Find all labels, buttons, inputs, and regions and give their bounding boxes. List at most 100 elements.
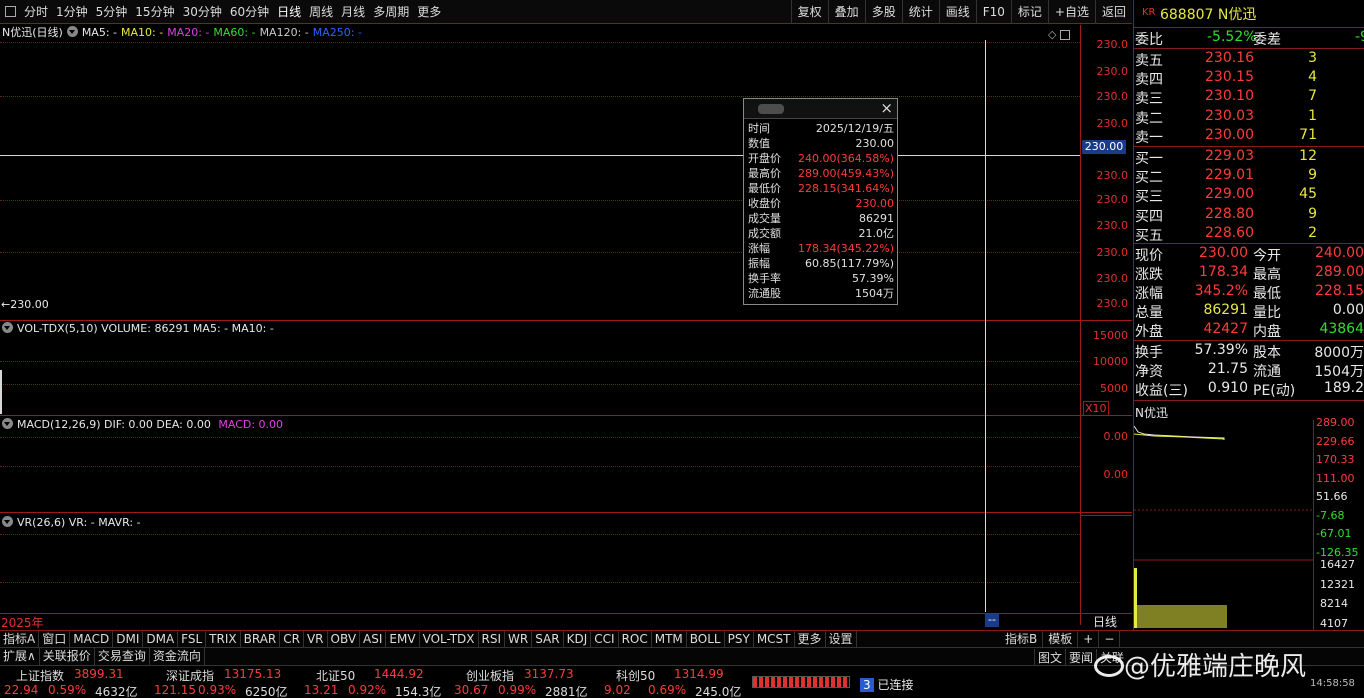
- index-name-0[interactable]: 上证指数: [16, 667, 64, 684]
- sells-row-2: 卖三 230.10 7: [1135, 88, 1317, 108]
- signal-indicator: [752, 676, 850, 688]
- period-tab-0[interactable]: 分时: [20, 0, 52, 24]
- mini-vol-bars: [1134, 568, 1137, 628]
- indicator-tab-3[interactable]: DMI: [113, 631, 144, 647]
- indicator-tab-1[interactable]: 窗口: [39, 631, 71, 647]
- indicator-menu-icon[interactable]: [66, 26, 78, 37]
- index-name-1[interactable]: 深证成指: [166, 667, 214, 684]
- vol-menu-icon[interactable]: [2, 322, 13, 333]
- period-tab-4[interactable]: 30分钟: [179, 0, 226, 24]
- period-tab-3[interactable]: 15分钟: [131, 0, 178, 24]
- indicator-tab-5[interactable]: FSL: [178, 631, 207, 647]
- price-marker: ←230.00: [1, 298, 49, 311]
- period-tab-10[interactable]: 更多: [413, 0, 445, 24]
- stat-row-0: 现价 230.00 今开 240.00: [1135, 245, 1364, 264]
- toolbar-button-2[interactable]: 多股: [864, 0, 902, 24]
- close-icon[interactable]: ×: [880, 99, 893, 117]
- connection-status[interactable]: 3 已连接: [860, 676, 913, 693]
- toolbar-button-6[interactable]: 标记: [1010, 0, 1048, 24]
- macd-menu-icon[interactable]: [2, 418, 13, 429]
- macd-chart-title: MACD(12,26,9) DIF: 0.00 DEA: 0.00 MACD: …: [2, 418, 287, 432]
- popup-header[interactable]: ×: [744, 99, 897, 119]
- indicator-tab-22[interactable]: PSY: [725, 631, 754, 647]
- macd-y-tick: 0.00: [1103, 468, 1129, 481]
- popup-row: 时间 2025/12/19/五: [748, 122, 894, 135]
- indicator-tab-2[interactable]: MACD: [70, 631, 114, 647]
- ma-label-2: MA20: -: [167, 26, 210, 39]
- indicator-tab-19[interactable]: ROC: [619, 631, 652, 647]
- indicator-tab-9[interactable]: VR: [304, 631, 328, 647]
- sells-row-1: 卖四 230.15 4: [1135, 69, 1317, 89]
- index-chg-2: 13.21: [304, 683, 339, 697]
- stat2-row-0: 换手 57.39% 股本 8000万: [1135, 342, 1364, 361]
- indicator-tab-11[interactable]: ASI: [360, 631, 387, 647]
- clock: 14:58:58: [1310, 678, 1355, 689]
- toolbar-button-7[interactable]: +自选: [1047, 0, 1095, 24]
- period-tab-1[interactable]: 1分钟: [52, 0, 92, 24]
- indicator-tab-16[interactable]: SAR: [532, 631, 564, 647]
- indicator-tab-10[interactable]: OBV: [328, 631, 361, 647]
- period-tab-2[interactable]: 5分钟: [92, 0, 132, 24]
- indicator-tab-0[interactable]: 指标A: [0, 631, 40, 647]
- quote-panel: KR 688807 N优迅 委比 -5.52% 委差 -9 卖五230.163卖…: [1133, 0, 1364, 632]
- toolbar-button-4[interactable]: 画线: [938, 0, 976, 24]
- indicator-tab-17[interactable]: KDJ: [564, 631, 592, 647]
- index-name-3[interactable]: 创业板指: [466, 667, 514, 684]
- vol-unit: X10: [1083, 401, 1109, 416]
- bottom-tab-0[interactable]: 扩展∧: [0, 648, 40, 665]
- toolbar-button-5[interactable]: F10: [975, 0, 1011, 24]
- bottom-tab-2[interactable]: 交易查询: [95, 648, 150, 665]
- toolbar-button-3[interactable]: 统计: [901, 0, 939, 24]
- popup-row: 涨幅 178.34(345.22%): [748, 242, 894, 255]
- indicator-tab-21[interactable]: BOLL: [687, 631, 725, 647]
- bottom-right-tab-1[interactable]: 要闻: [1065, 649, 1096, 666]
- indicator-tab-13[interactable]: VOL-TDX: [420, 631, 479, 647]
- period-tab-6[interactable]: 日线: [273, 0, 305, 24]
- quote-header: KR 688807 N优迅: [1142, 4, 1256, 24]
- indicator-tab-15[interactable]: WR: [505, 631, 533, 647]
- indicator-tab-23[interactable]: MCST: [754, 631, 795, 647]
- indicator-right-2[interactable]: +: [1078, 631, 1100, 647]
- indicator-tab-14[interactable]: RSI: [479, 631, 506, 647]
- indicator-right-1[interactable]: 模板: [1043, 631, 1079, 647]
- indicator-tab-8[interactable]: CR: [280, 631, 304, 647]
- vol-y-tick: 15000: [1093, 329, 1128, 342]
- indicator-tab-20[interactable]: MTM: [652, 631, 687, 647]
- stock-code: 688807: [1159, 7, 1214, 23]
- indicator-tab-25[interactable]: 设置: [826, 631, 857, 647]
- indicator-right-0[interactable]: 指标B: [1000, 631, 1044, 647]
- index-name-2[interactable]: 北证50: [316, 667, 355, 684]
- sells-row-3: 卖二 230.03 1: [1135, 107, 1317, 127]
- index-pct-4: 0.69%: [648, 683, 687, 697]
- bottom-tab-1[interactable]: 关联报价: [40, 648, 95, 665]
- indicator-tab-18[interactable]: CCI: [591, 631, 619, 647]
- toolbar-button-1[interactable]: 叠加: [827, 0, 865, 24]
- index-name-4[interactable]: 科创50: [616, 667, 655, 684]
- indicator-tab-4[interactable]: DMA: [143, 631, 179, 647]
- vol-chart-title: VOL-TDX(5,10) VOLUME: 86291 MA5: - MA10:…: [2, 322, 278, 336]
- stat-row-2: 涨幅 345.2% 最低 228.15: [1135, 283, 1364, 302]
- toolbar-button-8[interactable]: 返回: [1094, 0, 1132, 24]
- mini-price-tick: -67.01: [1316, 527, 1352, 540]
- indicator-tab-7[interactable]: BRAR: [241, 631, 281, 647]
- bottom-right-tab-0[interactable]: 图文: [1034, 649, 1065, 666]
- indicator-right-3[interactable]: −: [1099, 631, 1121, 647]
- window-menu-icon[interactable]: [5, 6, 16, 17]
- toolbar-button-0[interactable]: 复权: [790, 0, 828, 24]
- popup-row: 流通股 1504万: [748, 287, 894, 300]
- main-y-tick: 230.0: [1096, 169, 1129, 182]
- x-axis-period[interactable]: 日线: [1093, 613, 1117, 630]
- bottom-tab-3[interactable]: 资金流向: [150, 648, 205, 665]
- indicator-tab-12[interactable]: EMV: [386, 631, 420, 647]
- buys-row-1: 买二 229.01 9: [1135, 167, 1317, 187]
- indicator-tab-24[interactable]: 更多: [795, 631, 826, 647]
- period-tab-5[interactable]: 60分钟: [226, 0, 273, 24]
- indicator-tab-6[interactable]: TRIX: [206, 631, 241, 647]
- ma-label-3: MA60: -: [213, 26, 256, 39]
- index-value-4: 1314.99: [674, 667, 724, 681]
- period-tab-8[interactable]: 月线: [337, 0, 369, 24]
- chart-options-icons[interactable]: ◇: [1048, 28, 1070, 41]
- period-tab-9[interactable]: 多周期: [369, 0, 413, 24]
- vr-menu-icon[interactable]: [2, 516, 13, 527]
- period-tab-7[interactable]: 周线: [305, 0, 337, 24]
